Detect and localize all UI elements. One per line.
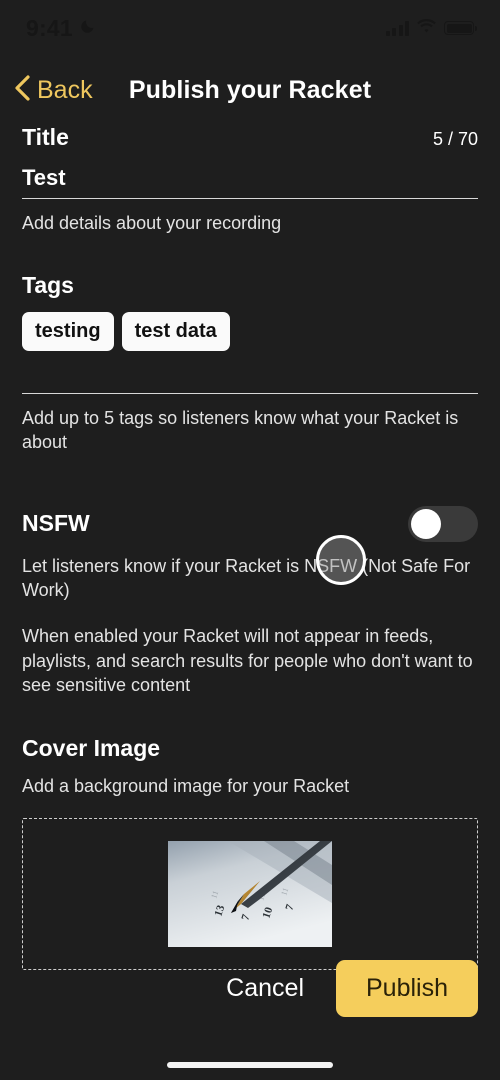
crescent-moon-icon [80, 17, 97, 39]
cover-image-label: Cover Image [22, 735, 161, 762]
nsfw-section: NSFW Let listeners know if your Racket i… [22, 505, 478, 697]
back-button-label: Back [37, 75, 93, 104]
tag-list: testing test data [22, 311, 478, 351]
form-actions: Cancel Publish [0, 960, 500, 1017]
cover-image-helper-text: Add a background image for your Racket [22, 776, 350, 797]
title-char-counter: 5 / 70 [432, 129, 478, 149]
nsfw-toggle[interactable] [408, 505, 478, 542]
tag-chip[interactable]: test data [121, 311, 230, 351]
status-bar-left: 9:41 [26, 15, 97, 42]
nav-bar: Back Publish your Racket [0, 56, 500, 124]
publish-form: Title 5 / 70 Add details about your reco… [0, 124, 500, 971]
nsfw-toggle-knob [411, 508, 441, 539]
home-indicator [167, 1062, 333, 1068]
cellular-signal-icon [385, 20, 409, 36]
wifi-icon [417, 18, 436, 38]
nsfw-description: Let listeners know if your Racket is NSF… [22, 555, 471, 601]
battery-full-icon [444, 21, 477, 35]
nsfw-detail: When enabled your Racket will not appear… [22, 626, 473, 695]
title-label: Title [22, 124, 69, 150]
title-header: Title 5 / 70 [22, 124, 478, 151]
title-input[interactable] [22, 165, 478, 191]
tags-section: Tags testing test data Add up to 5 tags … [22, 272, 478, 455]
cover-image-artwork: 13 7 10 7 11 11 11 [168, 841, 332, 948]
tags-helper-text: Add up to 5 tags so listeners know what … [22, 407, 459, 452]
title-section: Title 5 / 70 Add details about your reco… [22, 124, 478, 236]
nsfw-label: NSFW [22, 510, 90, 537]
cover-image-section: Cover Image Add a background image for y… [22, 735, 478, 971]
nsfw-header: NSFW [22, 505, 478, 542]
chevron-left-icon [14, 74, 30, 106]
cover-image-thumbnail[interactable]: 13 7 10 7 11 11 11 [168, 841, 332, 948]
title-helper-text: Add details about your recording [22, 213, 282, 233]
tag-chip[interactable]: testing [22, 311, 114, 351]
cancel-button[interactable]: Cancel [210, 964, 320, 1013]
status-time: 9:41 [26, 14, 73, 41]
tags-input[interactable] [22, 392, 478, 394]
back-button[interactable]: Back [14, 74, 93, 106]
status-bar: 9:41 [0, 0, 500, 56]
publish-button[interactable]: Publish [336, 960, 478, 1017]
status-bar-right [385, 18, 477, 38]
cover-image-dropzone[interactable]: 13 7 10 7 11 11 11 [22, 818, 478, 971]
title-field[interactable] [22, 165, 478, 199]
tags-label: Tags [22, 271, 74, 298]
